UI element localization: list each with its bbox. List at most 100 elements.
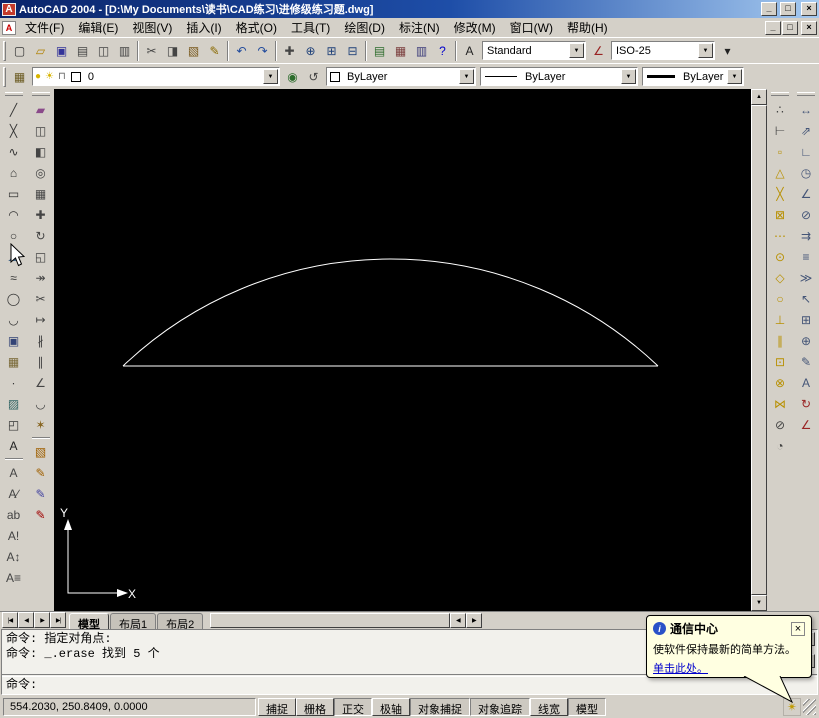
open-icon[interactable]: ▱ <box>30 40 51 61</box>
designcenter-icon[interactable]: ▦ <box>390 40 411 61</box>
layer-combo[interactable]: ● ☀ ⊓ 0 ▼ <box>32 67 280 86</box>
justify-text-icon[interactable]: A≡ <box>3 567 24 588</box>
toolbar-grip[interactable] <box>3 66 6 87</box>
text-style-icon[interactable]: A <box>459 40 480 61</box>
status-toggle-osnap[interactable]: 对象捕捉 <box>410 697 470 716</box>
ellipse-arc-icon[interactable]: ◡ <box>3 309 24 330</box>
spline-icon[interactable]: ≈ <box>3 267 24 288</box>
dim-baseline-icon[interactable]: ≡ <box>796 246 817 267</box>
color-combo[interactable]: ByLayer ▼ <box>326 67 476 86</box>
layer-on-bulb-icon[interactable]: ● <box>35 71 41 82</box>
move-icon[interactable]: ✚ <box>30 204 51 225</box>
dim-style-icon[interactable]: ∠ <box>588 40 609 61</box>
match-properties-icon[interactable]: ✎ <box>204 40 225 61</box>
status-toggle-grid[interactable]: 栅格 <box>296 697 334 716</box>
revision-cloud-icon[interactable]: ☁ <box>3 246 24 267</box>
help-icon[interactable]: ? <box>432 40 453 61</box>
window-close-button[interactable]: × <box>801 2 817 16</box>
point-icon[interactable]: ∙ <box>3 372 24 393</box>
combo-arrow-icon[interactable]: ▼ <box>727 69 742 84</box>
dim-ordinate-icon[interactable]: ∟ <box>796 141 817 162</box>
osnap-settings-icon[interactable]: ◔ <box>770 435 791 456</box>
vertical-scroll-track[interactable] <box>751 105 767 595</box>
chamfer-icon[interactable]: ∠ <box>30 372 51 393</box>
copy-clip-icon[interactable]: ◨ <box>162 40 183 61</box>
snap-intersection-icon[interactable]: ╳ <box>770 183 791 204</box>
menu-edit[interactable]: 编辑(E) <box>71 18 125 37</box>
layer-lock-icon[interactable]: ⊓ <box>58 71 66 82</box>
scale-icon[interactable]: ◱ <box>30 246 51 267</box>
combo-arrow-icon[interactable]: ▼ <box>621 69 636 84</box>
edit-text-icon[interactable]: A∕ <box>3 483 24 504</box>
tolerance-icon[interactable]: ⊞ <box>796 309 817 330</box>
menu-modify[interactable]: 修改(M) <box>447 18 503 37</box>
menu-file[interactable]: 文件(F) <box>18 18 71 37</box>
trim-icon[interactable]: ✂ <box>30 288 51 309</box>
erase-icon[interactable]: ▰ <box>30 99 51 120</box>
layer-freeze-sun-icon[interactable]: ☀ <box>45 71 54 82</box>
dtext-icon[interactable]: A <box>3 462 24 483</box>
snap-quadrant-icon[interactable]: ◇ <box>770 267 791 288</box>
tool-palettes-icon[interactable]: ▥ <box>411 40 432 61</box>
combo-arrow-icon[interactable]: ▼ <box>459 69 474 84</box>
status-toggle-ortho[interactable]: 正交 <box>334 697 372 716</box>
dim-edit-icon[interactable]: ✎ <box>796 351 817 372</box>
document-restore-button[interactable]: □ <box>782 20 798 35</box>
window-maximize-button[interactable]: □ <box>780 2 796 16</box>
document-minimize-button[interactable]: _ <box>765 20 781 35</box>
polyline-edit-icon[interactable]: ✎ <box>30 462 51 483</box>
tab-last-button[interactable]: ▶| <box>50 612 66 628</box>
rectangle-icon[interactable]: ▭ <box>3 183 24 204</box>
vertical-scrollbar[interactable]: ▲ ▼ <box>751 89 767 611</box>
make-object-layer-current-icon[interactable]: ◉ <box>282 66 303 87</box>
quick-leader-icon[interactable]: ↖ <box>796 288 817 309</box>
snap-none-icon[interactable]: ⊘ <box>770 414 791 435</box>
window-minimize-button[interactable]: _ <box>761 2 777 16</box>
snap-midpoint-icon[interactable]: △ <box>770 162 791 183</box>
snap-extension-icon[interactable]: ⋯ <box>770 225 791 246</box>
drawing-area[interactable]: Y X <box>54 89 751 611</box>
scroll-left-button[interactable]: ◀ <box>450 613 467 628</box>
window-resize-grip[interactable] <box>803 698 816 715</box>
snap-apparent-intersection-icon[interactable]: ⊠ <box>770 204 791 225</box>
snap-endpoint-icon[interactable]: ▫ <box>770 141 791 162</box>
text-style-small-icon[interactable]: A! <box>3 525 24 546</box>
menu-help[interactable]: 帮助(H) <box>560 18 615 37</box>
coordinate-display[interactable]: 554.2030, 250.8409, 0.0000 <box>3 697 256 716</box>
copy-object-icon[interactable]: ◫ <box>30 120 51 141</box>
dim-linear-icon[interactable]: ↔ <box>796 99 817 120</box>
layer-previous-icon[interactable]: ↺ <box>303 66 324 87</box>
status-toggle-polar[interactable]: 极轴 <box>372 697 410 716</box>
zoom-previous-icon[interactable]: ⊟ <box>342 40 363 61</box>
tab-previous-button[interactable]: ◀ <box>18 612 34 628</box>
menu-insert[interactable]: 插入(I) <box>179 18 228 37</box>
rotate-icon[interactable]: ↻ <box>30 225 51 246</box>
insert-block-icon[interactable]: ▣ <box>3 330 24 351</box>
combo-arrow-icon[interactable]: ▼ <box>698 43 713 58</box>
break-icon[interactable]: ∥ <box>30 351 51 372</box>
scale-text-icon[interactable]: A↕ <box>3 546 24 567</box>
lineweight-combo[interactable]: ByLayer ▼ <box>642 67 744 86</box>
horizontal-scroll-thumb[interactable] <box>210 613 451 628</box>
line-icon[interactable]: ╱ <box>3 99 24 120</box>
pan-realtime-icon[interactable]: ✚ <box>279 40 300 61</box>
array-icon[interactable]: ▦ <box>30 183 51 204</box>
paste-icon[interactable]: ▧ <box>183 40 204 61</box>
hatch-icon[interactable]: ▨ <box>3 393 24 414</box>
status-toggle-otrack[interactable]: 对象追踪 <box>470 697 530 716</box>
menu-view[interactable]: 视图(V) <box>125 18 179 37</box>
menu-window[interactable]: 窗口(W) <box>503 18 560 37</box>
drawn-arc-entity[interactable] <box>122 258 659 367</box>
explode-icon[interactable]: ✶ <box>30 414 51 435</box>
dim-radius-icon[interactable]: ◷ <box>796 162 817 183</box>
combo-arrow-icon[interactable]: ▼ <box>263 69 278 84</box>
scroll-right-button[interactable]: ▶ <box>466 613 483 628</box>
toolbar-grip[interactable] <box>4 92 23 96</box>
extend-icon[interactable]: ↦ <box>30 309 51 330</box>
fillet-icon[interactable]: ◡ <box>30 393 51 414</box>
command-prompt[interactable]: 命令: <box>2 677 817 694</box>
horizontal-scroll-track[interactable] <box>210 613 451 628</box>
status-toggle-lwt[interactable]: 线宽 <box>530 697 568 716</box>
popup-close-button[interactable]: × <box>791 621 805 636</box>
combo-arrow-icon[interactable]: ▼ <box>569 43 584 58</box>
